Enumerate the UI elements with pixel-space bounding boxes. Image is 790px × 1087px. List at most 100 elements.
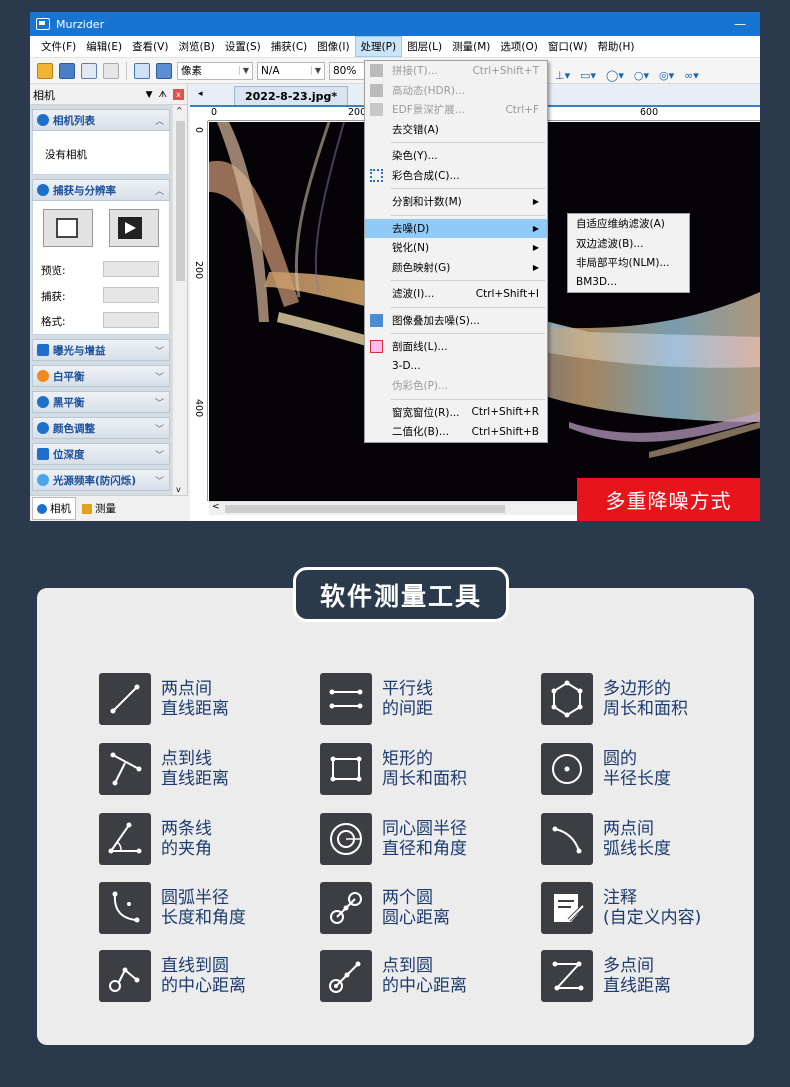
close-icon[interactable]: x: [173, 89, 184, 100]
save-icon[interactable]: [59, 62, 75, 79]
chevron-down-icon[interactable]: ▼: [146, 90, 153, 100]
submenu-arrow-icon: ▶: [532, 223, 539, 233]
scroll-left-icon[interactable]: <: [212, 502, 220, 512]
rectangle-tool-icon[interactable]: ▭▾: [580, 69, 596, 82]
tool-line-2: 直线距离: [161, 769, 229, 789]
menu-bar: 文件(F) 编辑(E) 查看(V) 浏览(B) 设置(S) 捕获(C) 图像(I…: [30, 36, 760, 58]
menu-item-sharpen[interactable]: 锐化(N) ▶: [365, 238, 547, 258]
expand-icon[interactable]: ﹀: [155, 396, 169, 409]
menu-item-hdr[interactable]: 高动态(HDR)...: [365, 81, 547, 101]
tool-line-1: 点到圆: [382, 956, 433, 976]
section-color-adjust[interactable]: 颜色调整 ﹀: [32, 417, 170, 439]
section-white-balance[interactable]: 白平衡 ﹀: [32, 365, 170, 387]
tool-line-2: 周长和面积: [382, 769, 467, 789]
tab-measure[interactable]: 测量: [78, 498, 120, 519]
snapshot-button[interactable]: [43, 209, 93, 247]
submenu-item-nlm[interactable]: 非局部平均(NLM)...: [568, 253, 689, 273]
menu-help[interactable]: 帮助(H): [592, 37, 639, 56]
ruler-icon: [82, 503, 92, 514]
menu-item-filter[interactable]: 滤波(I)... Ctrl+Shift+I: [365, 284, 547, 304]
scroll-up-icon[interactable]: ^: [176, 106, 183, 115]
submenu-item-bm3d[interactable]: BM3D...: [568, 273, 689, 293]
menu-item-profile[interactable]: 剖面线(L)...: [365, 337, 547, 357]
expand-icon[interactable]: ﹀: [155, 370, 169, 383]
tool-line-2: 的中心距离: [161, 976, 246, 996]
menu-item-window-level[interactable]: 窗宽窗位(R)... Ctrl+Shift+R: [365, 403, 547, 423]
tool-line-2: 半径长度: [603, 769, 671, 789]
unit-select[interactable]: 像素 ▼: [177, 61, 253, 80]
tab-scroll-left-icon[interactable]: ◂: [198, 89, 203, 99]
preview-select[interactable]: [103, 261, 159, 277]
section-bit-depth[interactable]: 位深度 ﹀: [32, 443, 170, 465]
zoom-value: 80%: [333, 64, 357, 77]
document-tab[interactable]: 2022-8-23.jpg*: [234, 86, 349, 105]
section-capture-resolution[interactable]: 捕获与分辨率 ︿: [32, 179, 170, 201]
section-light-frequency[interactable]: 光源频率(防闪烁) ﹀: [32, 469, 170, 491]
section-camera-list[interactable]: 相机列表 ︿: [32, 109, 170, 131]
capture-select[interactable]: [103, 287, 159, 303]
link-tool-icon[interactable]: ∞▾: [684, 69, 699, 82]
menu-measure[interactable]: 测量(M): [447, 37, 495, 56]
expand-icon[interactable]: ﹀: [155, 448, 169, 461]
camera-icon: [56, 218, 78, 238]
menu-settings[interactable]: 设置(S): [220, 37, 266, 56]
menu-item-denoise[interactable]: 去噪(D) ▶: [365, 218, 547, 238]
section-black-balance[interactable]: 黑平衡 ﹀: [32, 391, 170, 413]
format-select[interactable]: [103, 312, 159, 328]
print-icon[interactable]: [103, 62, 119, 79]
open-folder-icon[interactable]: [37, 62, 53, 79]
value-select[interactable]: N/A ▼: [257, 61, 325, 80]
menu-options[interactable]: 选项(O): [495, 37, 542, 56]
expand-icon[interactable]: ﹀: [155, 474, 169, 487]
menu-item-stack-denoise[interactable]: 图像叠加去噪(S)...: [365, 311, 547, 331]
menu-item-deinterlace[interactable]: 去交错(A): [365, 120, 547, 140]
tool-card: 多点间 直线距离: [541, 948, 761, 1004]
menu-item-stitch[interactable]: 拼接(T)... Ctrl+Shift+T: [365, 61, 547, 81]
menu-item-edf[interactable]: EDF景深扩展... Ctrl+F: [365, 100, 547, 120]
tool-line-2: (自定义内容): [603, 908, 702, 928]
menu-item-3d[interactable]: 3-D...: [365, 357, 547, 377]
collapse-icon[interactable]: ︿: [155, 184, 169, 197]
record-button[interactable]: [109, 209, 159, 247]
minimize-button[interactable]: —: [720, 17, 760, 31]
tool-line-2: 周长和面积: [603, 699, 688, 719]
menu-item-stain[interactable]: 染色(Y)...: [365, 146, 547, 166]
menu-edit[interactable]: 编辑(E): [81, 37, 127, 56]
expand-icon[interactable]: ﹀: [155, 422, 169, 435]
scroll-thumb[interactable]: [176, 121, 185, 281]
concentric-tool-icon[interactable]: ◎▾: [659, 69, 674, 82]
grid-icon[interactable]: [156, 62, 172, 79]
menu-item-color-composite[interactable]: 彩色合成(C)...: [365, 166, 547, 186]
menu-process[interactable]: 处理(P): [354, 36, 403, 57]
menu-item-segment-count[interactable]: 分割和计数(M) ▶: [365, 192, 547, 212]
ruler-tick-label: 0: [211, 107, 218, 118]
collapse-icon[interactable]: ︿: [155, 114, 169, 127]
menu-image[interactable]: 图像(I): [312, 37, 354, 56]
scroll-thumb[interactable]: [225, 505, 505, 513]
line-tool-icon[interactable]: ⊥▾: [555, 69, 570, 82]
menu-view[interactable]: 查看(V): [127, 37, 173, 56]
menu-layer[interactable]: 图层(L): [402, 37, 447, 56]
submenu-item-bilateral[interactable]: 双边滤波(B)...: [568, 234, 689, 254]
menu-window[interactable]: 窗口(W): [543, 37, 593, 56]
window-title: Murzider: [56, 17, 105, 31]
menu-item-binarize[interactable]: 二值化(B)... Ctrl+Shift+B: [365, 422, 547, 442]
pin-icon[interactable]: ᗑ: [159, 90, 167, 100]
scroll-down-icon[interactable]: v: [176, 485, 181, 494]
menu-capture[interactable]: 捕获(C): [266, 37, 313, 56]
tool-line-2: 直线距离: [603, 976, 671, 996]
section-exposure[interactable]: 曝光与增益 ﹀: [32, 339, 170, 361]
document-icon[interactable]: [81, 62, 97, 79]
panel-scrollbar[interactable]: ^ v: [172, 105, 187, 495]
circle-tool-icon[interactable]: ○▾: [634, 69, 649, 82]
menu-browse[interactable]: 浏览(B): [173, 37, 219, 56]
menu-item-pseudo-color[interactable]: 伪彩色(P)...: [365, 376, 547, 396]
expand-icon[interactable]: ﹀: [155, 344, 169, 357]
submenu-item-wiener[interactable]: 自适应维纳滤波(A): [568, 214, 689, 234]
ellipse-tool-icon[interactable]: ◯▾: [606, 69, 624, 82]
menu-item-color-map[interactable]: 颜色映射(G) ▶: [365, 258, 547, 278]
app-logo-icon: [36, 18, 50, 30]
menu-file[interactable]: 文件(F): [36, 37, 81, 56]
tab-camera[interactable]: 相机: [32, 497, 76, 520]
image-icon[interactable]: [134, 62, 150, 79]
